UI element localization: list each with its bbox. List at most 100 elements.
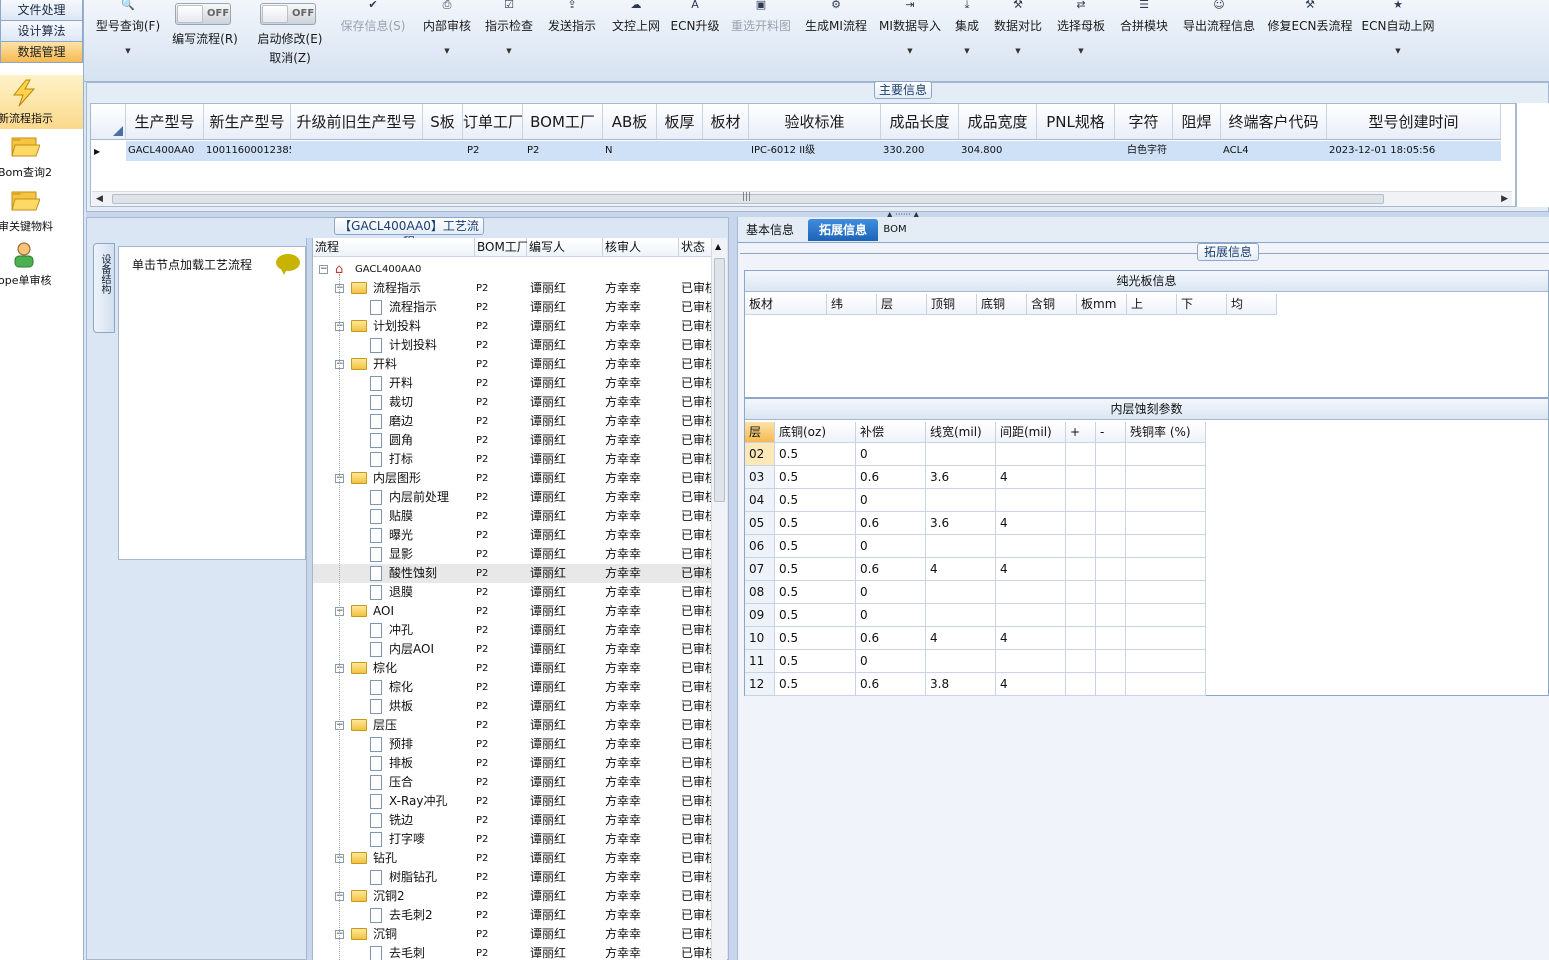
etch-cell[interactable] xyxy=(1126,512,1206,535)
etch-cell[interactable] xyxy=(1126,558,1206,581)
tree-row[interactable]: 内层前处理 P2 谭丽红 方幸幸 已审核 xyxy=(313,488,713,507)
toolbar-button-16[interactable]: ☺ 导出流程信息 xyxy=(1169,0,1269,34)
tree-row[interactable]: 树脂钻孔 P2 谭丽红 方幸幸 已审核 xyxy=(313,868,713,887)
grid-header-0[interactable]: 生产型号 xyxy=(126,104,204,140)
tree-row[interactable]: −开料P2谭丽红方幸幸已审核 xyxy=(313,355,713,374)
toolbar-button-0[interactable]: 🔍 型号查询(F) ▼ xyxy=(78,0,178,55)
etch-cell[interactable]: 08 xyxy=(745,581,775,604)
tree-row[interactable]: 铣边 P2 谭丽红 方幸幸 已审核 xyxy=(313,811,713,830)
tree-row[interactable]: 排板 P2 谭丽红 方幸幸 已审核 xyxy=(313,754,713,773)
tree-header-1[interactable]: BOM工厂 xyxy=(475,238,529,257)
etch-col-5[interactable]: + xyxy=(1066,422,1096,443)
etch-cell[interactable] xyxy=(1126,604,1206,627)
etch-cell[interactable] xyxy=(1066,650,1096,673)
grid-cell-9[interactable]: IPC-6012 II级 xyxy=(749,141,881,161)
toggle-switch[interactable]: OFF xyxy=(175,3,231,25)
etch-cell[interactable]: 0 xyxy=(856,489,926,512)
grid-header-4[interactable]: 订单工厂 xyxy=(463,104,523,140)
etch-cell[interactable]: 09 xyxy=(745,604,775,627)
etch-cell[interactable]: 4 xyxy=(996,627,1066,650)
etch-cell[interactable] xyxy=(996,535,1066,558)
vscroll-thumb[interactable] xyxy=(714,258,725,502)
tree-row[interactable]: −内层图形P2谭丽红方幸幸已审核 xyxy=(313,469,713,488)
tree-row[interactable]: 打标 P2 谭丽红 方幸幸 已审核 xyxy=(313,450,713,469)
etch-cell[interactable] xyxy=(1096,604,1126,627)
grid-cell-2[interactable] xyxy=(291,141,423,161)
etch-cell[interactable]: 4 xyxy=(996,673,1066,696)
tree-row[interactable]: 烘板 P2 谭丽红 方幸幸 已审核 xyxy=(313,697,713,716)
etch-col-7[interactable]: 残铜率 (%) xyxy=(1126,422,1206,443)
tree-row[interactable]: 去毛刺2 P2 谭丽红 方幸幸 已审核 xyxy=(313,906,713,925)
grid-cell-8[interactable] xyxy=(703,141,749,161)
etch-cell[interactable]: 0.6 xyxy=(856,558,926,581)
tree-row[interactable]: 内层AOI P2 谭丽红 方幸幸 已审核 xyxy=(313,640,713,659)
etch-cell[interactable]: 0.5 xyxy=(775,650,856,673)
grid-header-3[interactable]: S板 xyxy=(423,104,463,140)
grid-header-1[interactable]: 新生产型号 xyxy=(204,104,291,140)
nav-item-1[interactable]: Bom查询2 xyxy=(0,129,83,183)
etch-cell[interactable]: 0.6 xyxy=(856,627,926,650)
tree-row[interactable]: −沉铜P2谭丽红方幸幸已审核 xyxy=(313,925,713,944)
etch-cell[interactable]: 04 xyxy=(745,489,775,512)
etch-cell[interactable]: 0.5 xyxy=(775,627,856,650)
etch-cell[interactable] xyxy=(996,581,1066,604)
etch-cell[interactable]: 3.6 xyxy=(926,466,996,489)
tree-row[interactable]: −计划投料P2谭丽红方幸幸已审核 xyxy=(313,317,713,336)
grid-header-15[interactable]: 终端客户代码 xyxy=(1221,104,1327,140)
chevron-down-icon[interactable]: ▼ xyxy=(78,47,178,55)
chevron-down-icon[interactable]: ▼ xyxy=(459,47,559,55)
etch-cell[interactable] xyxy=(1096,512,1126,535)
etch-cell[interactable] xyxy=(1066,673,1096,696)
etch-cell[interactable]: 05 xyxy=(745,512,775,535)
grid-cell-5[interactable]: P2 xyxy=(523,141,603,161)
etch-cell[interactable]: 0.5 xyxy=(775,466,856,489)
etch-cell[interactable] xyxy=(1126,650,1206,673)
tree-row[interactable]: −沉铜2P2谭丽红方幸幸已审核 xyxy=(313,887,713,906)
etch-col-2[interactable]: 补偿 xyxy=(856,422,926,443)
etch-cell[interactable] xyxy=(1066,443,1096,466)
grid-header-11[interactable]: 成品宽度 xyxy=(959,104,1037,140)
etch-cell[interactable]: 0 xyxy=(856,535,926,558)
grid-header-12[interactable]: PNL规格 xyxy=(1037,104,1115,140)
etch-cell[interactable] xyxy=(1126,466,1206,489)
etch-cell[interactable]: 0 xyxy=(856,650,926,673)
chevron-down-icon[interactable]: ▼ xyxy=(1031,47,1131,55)
etch-cell[interactable]: 0.5 xyxy=(775,673,856,696)
grid-cell-6[interactable]: N xyxy=(603,141,657,161)
etch-cell[interactable] xyxy=(926,535,996,558)
etch-cell[interactable]: 12 xyxy=(745,673,775,696)
tree-root[interactable]: − ⌂ GACL400AA0 xyxy=(313,260,713,279)
pure-col-5[interactable]: 含铜 xyxy=(1027,294,1077,315)
tree-row[interactable]: 流程指示 P2 谭丽红 方幸幸 已审核 xyxy=(313,298,713,317)
detail-tab-1[interactable]: 拓展信息 xyxy=(808,219,878,241)
tree-row[interactable]: 显影 P2 谭丽红 方幸幸 已审核 xyxy=(313,545,713,564)
etch-cell[interactable]: 02 xyxy=(745,443,775,466)
tree-row[interactable]: −流程指示P2谭丽红方幸幸已审核 xyxy=(313,279,713,298)
etch-cell[interactable]: 3.6 xyxy=(926,512,996,535)
etch-cell[interactable] xyxy=(996,650,1066,673)
etch-cell[interactable] xyxy=(1096,489,1126,512)
nav-tab-0[interactable]: 文件处理 xyxy=(0,0,83,21)
pure-col-7[interactable]: 上 xyxy=(1127,294,1177,315)
pure-col-2[interactable]: 层 xyxy=(877,294,927,315)
etch-cell[interactable]: 4 xyxy=(996,558,1066,581)
tree-row[interactable]: 打字嘜 P2 谭丽红 方幸幸 已审核 xyxy=(313,830,713,849)
etch-cell[interactable]: 0.6 xyxy=(856,512,926,535)
main-info-hscroll[interactable]: ◀ ||| ▶ xyxy=(92,191,1512,206)
toggle-switch[interactable]: OFF xyxy=(260,3,316,25)
grid-cell-12[interactable] xyxy=(1037,141,1115,161)
grid-header-16[interactable]: 型号创建时间 xyxy=(1327,104,1501,140)
tree-row[interactable]: 计划投料 P2 谭丽红 方幸幸 已审核 xyxy=(313,336,713,355)
etch-cell[interactable] xyxy=(1096,650,1126,673)
etch-cell[interactable] xyxy=(1066,581,1096,604)
tree-row[interactable]: 冲孔 P2 谭丽红 方幸幸 已审核 xyxy=(313,621,713,640)
etch-cell[interactable] xyxy=(996,489,1066,512)
tree-row[interactable]: −层压P2谭丽红方幸幸已审核 xyxy=(313,716,713,735)
etch-cell[interactable] xyxy=(1096,558,1126,581)
grid-header-14[interactable]: 阻焊 xyxy=(1173,104,1221,140)
etch-cell[interactable] xyxy=(1096,581,1126,604)
etch-cell[interactable] xyxy=(926,489,996,512)
etch-cell[interactable] xyxy=(1096,627,1126,650)
tree-row[interactable]: 压合 P2 谭丽红 方幸幸 已审核 xyxy=(313,773,713,792)
etch-cell[interactable] xyxy=(1126,489,1206,512)
